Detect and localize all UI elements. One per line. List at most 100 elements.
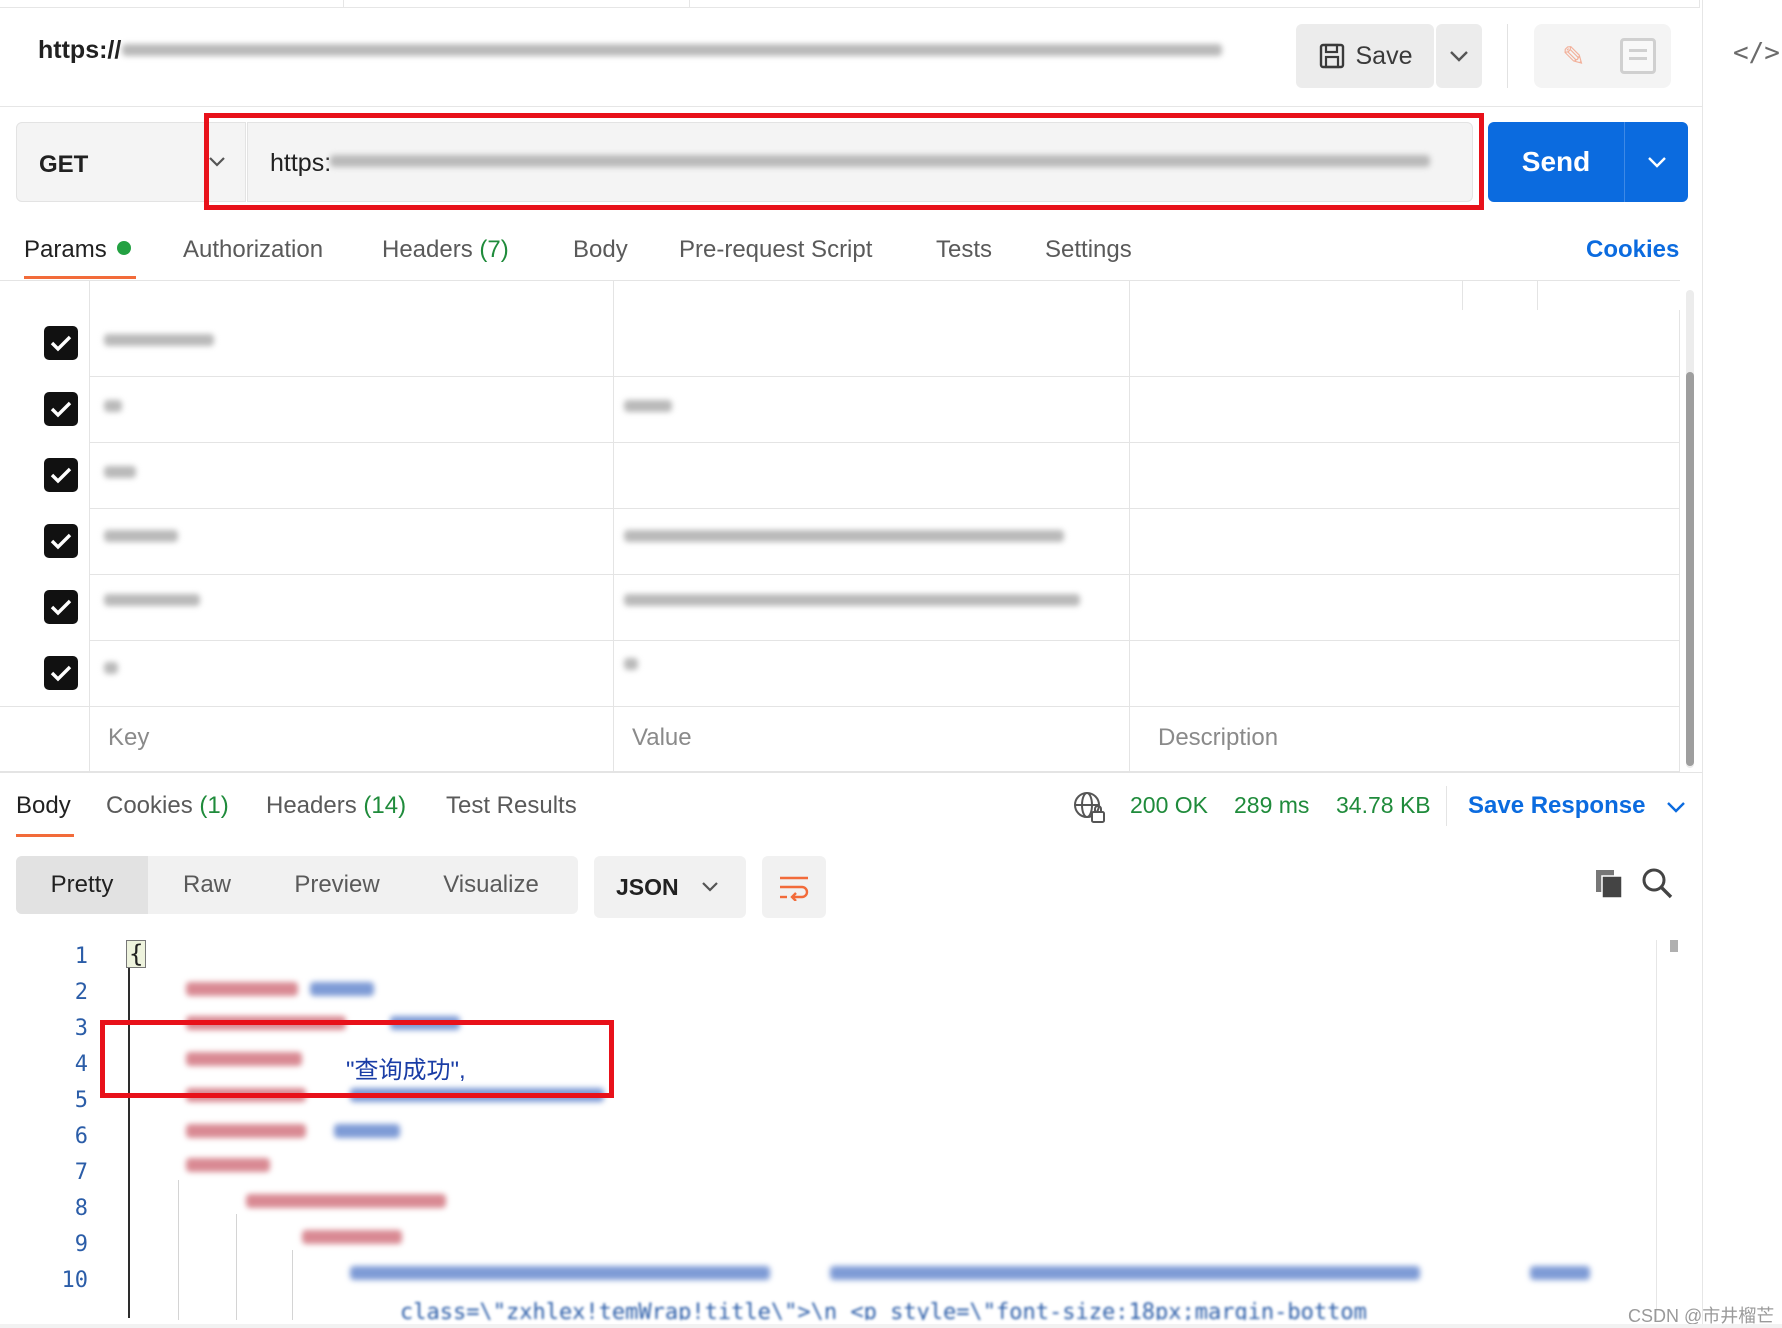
json-key-redacted [186,982,298,996]
param-checkbox[interactable] [44,656,78,690]
chevron-down-icon [1647,157,1666,168]
code-scrollbar-thumb[interactable] [1670,940,1678,952]
request-title: https:// [38,36,122,64]
line-number: 4 [74,1052,88,1077]
param-key-redacted[interactable] [104,662,118,674]
view-visualize-label: Visualize [443,871,539,898]
param-checkbox[interactable] [44,326,78,360]
new-param-key-placeholder[interactable]: Key [108,724,149,752]
col-divider [89,280,90,772]
view-raw-button[interactable]: Raw [156,856,258,914]
toolbar-divider [1507,24,1508,88]
param-key-redacted[interactable] [104,530,178,542]
row-divider [0,706,1680,707]
param-checkbox[interactable] [44,458,78,492]
tab-params[interactable]: Params [24,236,131,264]
row-divider [90,640,1680,641]
view-preview-button[interactable]: Preview [272,856,402,914]
response-tab-body[interactable]: Body [16,792,71,820]
tab-strip-segment[interactable] [690,0,1700,8]
tab-settings[interactable]: Settings [1045,236,1132,264]
wrap-lines-button[interactable] [762,856,826,918]
response-divider [0,772,1702,773]
col-divider [1129,280,1130,772]
bottom-edge [0,1324,1782,1328]
tab-pre-request-script-label: Pre-request Script [679,236,873,263]
status-divider [1446,786,1447,826]
json-value-redacted [1530,1266,1590,1280]
code-snippet-icon[interactable]: </> [1733,38,1780,68]
new-param-description-placeholder[interactable]: Description [1158,724,1278,752]
tab-strip-segment[interactable] [344,0,690,8]
indent-guide [292,1250,293,1320]
chevron-down-icon [1667,802,1685,813]
param-key-redacted[interactable] [104,334,214,346]
tab-authorization[interactable]: Authorization [183,236,323,264]
right-sidebar [1702,0,1782,1328]
line-number: 6 [74,1124,88,1149]
tab-body[interactable]: Body [573,236,628,264]
row-divider [90,574,1680,575]
comment-icon[interactable] [1620,38,1656,74]
wrap-lines-icon [780,876,809,901]
param-value-redacted[interactable] [624,594,1080,606]
format-select[interactable]: JSON [594,856,746,918]
param-value-redacted[interactable] [624,400,672,412]
row-divider [90,376,1680,377]
param-key-redacted[interactable] [104,594,200,606]
send-options-dropdown[interactable] [1625,122,1688,202]
params-active-dot [116,241,131,255]
json-key-redacted [186,1124,306,1138]
param-value-redacted[interactable] [624,658,638,670]
response-tab-test-results[interactable]: Test Results [446,792,577,820]
response-tab-cookies[interactable]: Cookies (1) [106,792,229,820]
response-tab-cookies-label: Cookies [106,792,193,819]
message-highlight-box [100,1020,614,1098]
param-value-redacted[interactable] [624,530,1064,542]
copy-icon[interactable] [1594,868,1624,900]
param-checkbox[interactable] [44,590,78,624]
active-tab-indicator [24,276,136,279]
new-param-value-placeholder[interactable]: Value [632,724,692,752]
response-status: 200 OK [1130,792,1208,818]
view-pretty-label: Pretty [50,871,114,898]
tab-settings-label: Settings [1045,236,1132,263]
param-key-redacted[interactable] [104,466,136,478]
view-preview-label: Preview [294,871,380,898]
view-pretty-button[interactable]: Pretty [16,856,148,914]
view-mode-group: Pretty Raw Preview Visualize [16,856,578,914]
param-key-redacted[interactable] [104,400,122,412]
row-divider [90,508,1680,509]
line-number: 3 [74,1016,88,1041]
method-label: GET [39,151,89,178]
response-tab-headers[interactable]: Headers (14) [266,792,406,820]
active-response-tab-indicator [16,834,74,837]
checkmark-icon [50,401,72,418]
view-visualize-button[interactable]: Visualize [416,856,566,914]
checkmark-icon [50,665,72,682]
request-title-redacted [122,44,1222,56]
pencil-icon[interactable]: ✎ [1562,40,1585,73]
url-highlight-box [204,113,1484,210]
tab-tests[interactable]: Tests [936,236,992,264]
save-options-dropdown[interactable] [1436,24,1482,88]
col-divider [613,280,614,772]
col-divider [1679,310,1680,772]
table-border [0,280,1680,281]
cookies-link[interactable]: Cookies [1586,236,1679,264]
params-scrollbar-thumb[interactable] [1686,372,1694,766]
tab-pre-request-script[interactable]: Pre-request Script [679,236,872,264]
search-icon[interactable] [1640,866,1674,900]
save-button[interactable]: Save [1296,24,1434,88]
send-button[interactable]: Send [1488,122,1688,202]
save-response-button[interactable]: Save Response [1468,792,1686,820]
view-raw-label: Raw [182,871,231,898]
row-divider [90,442,1680,443]
tab-strip-segment[interactable] [0,0,344,8]
param-checkbox[interactable] [44,392,78,426]
line-number: 2 [74,980,88,1005]
globe-lock-icon[interactable] [1072,790,1106,824]
tab-headers[interactable]: Headers (7) [382,236,509,264]
param-checkbox[interactable] [44,524,78,558]
line-number: 1 [74,944,88,969]
